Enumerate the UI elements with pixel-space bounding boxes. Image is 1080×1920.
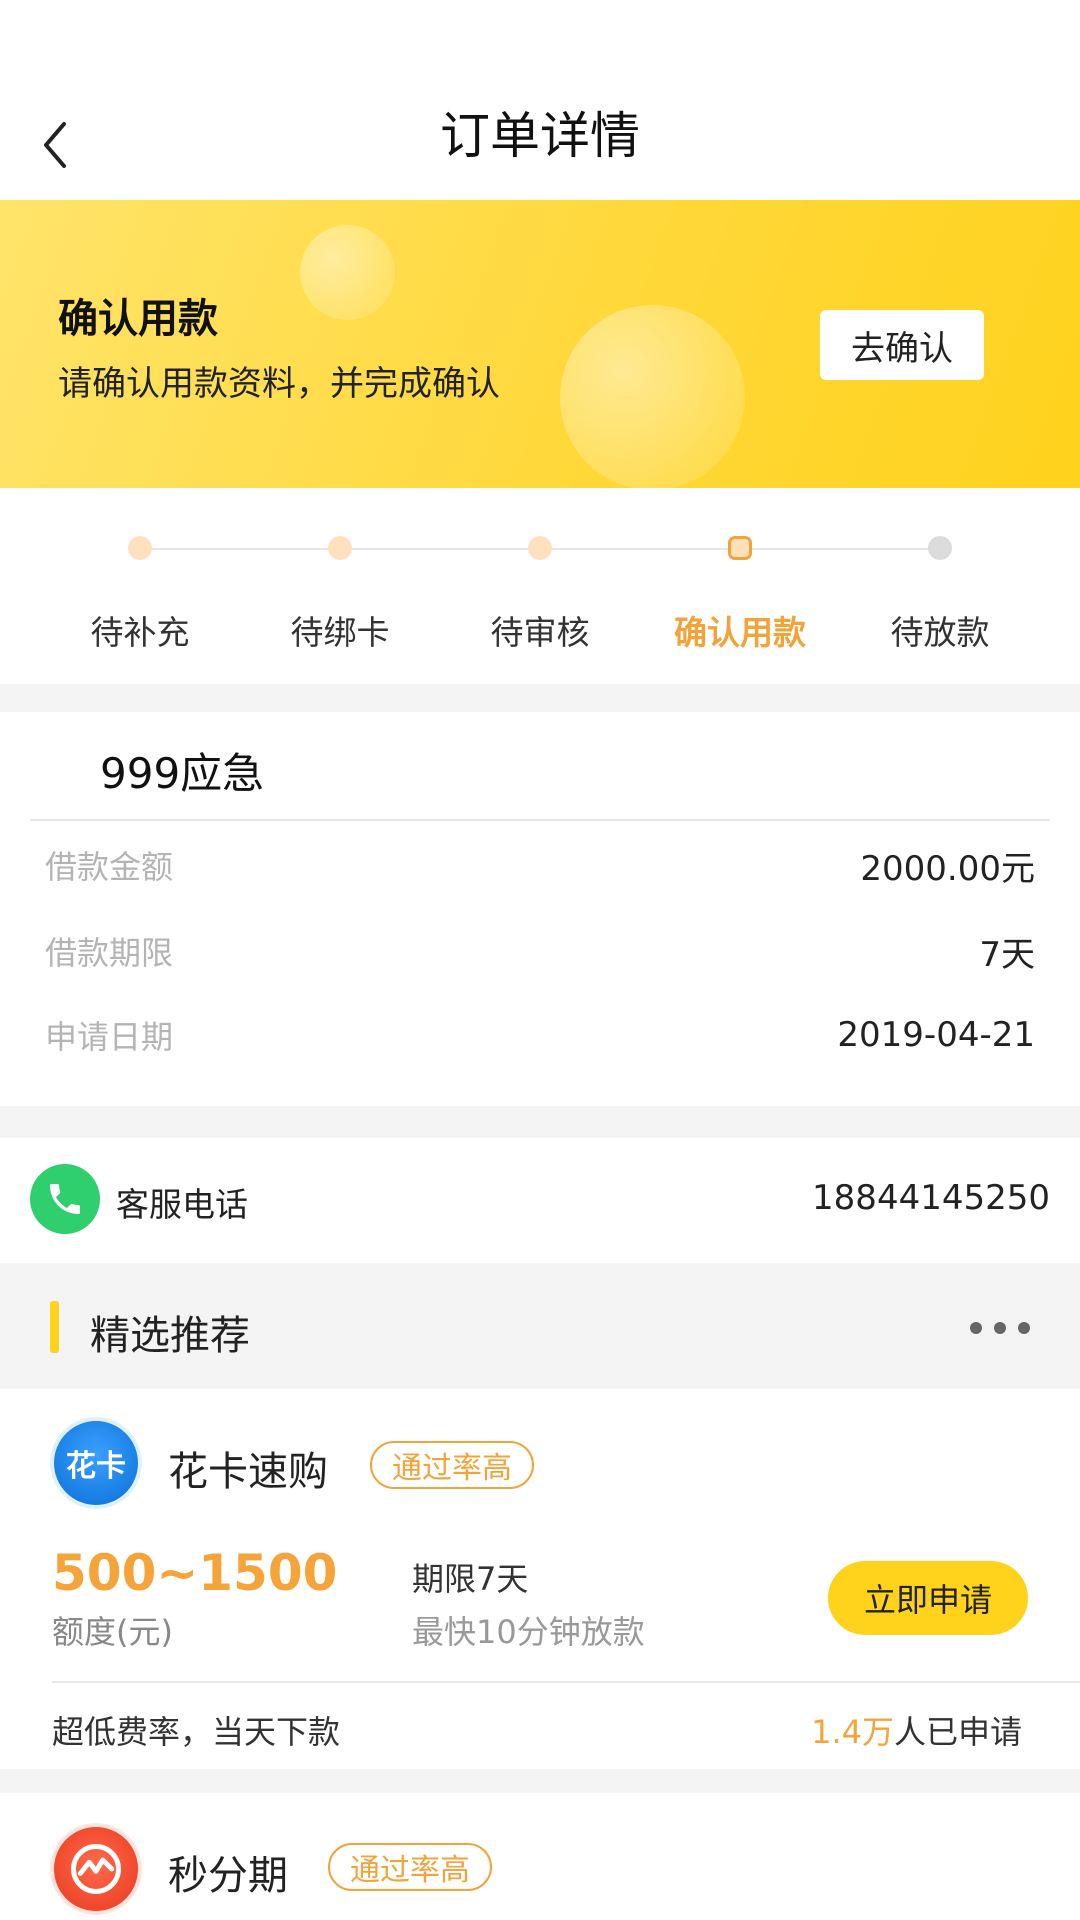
loan-term-value: 7天: [979, 934, 1035, 975]
step-item: 待审核: [440, 488, 640, 684]
loan-amount-label: 借款金额: [45, 848, 174, 886]
apply-date-row: 申请日期 2019-04-21: [45, 1010, 1035, 1060]
section-accent-bar: [50, 1301, 59, 1353]
order-progress-steps: 待补充 待绑卡 待审核 确认用款 待放款: [0, 488, 1080, 684]
product-name: 花卡速购: [168, 1449, 328, 1495]
product-card[interactable]: 花卡 花卡速购 通过率高 500~1500 额度(元) 期限7天 最快10分钟放…: [0, 1389, 1080, 1769]
applied-count: 1.4万人已申请: [811, 1707, 1022, 1753]
banner-title: 确认用款: [58, 296, 218, 342]
service-phone-number[interactable]: 18844145250: [812, 1178, 1050, 1218]
step-dot: [528, 536, 552, 560]
nav-header: 订单详情: [0, 0, 1080, 200]
recommend-title: 精选推荐: [90, 1313, 250, 1359]
dot: [994, 1322, 1006, 1334]
step-dot-current: [728, 536, 752, 560]
apply-now-button[interactable]: 立即申请: [828, 1561, 1028, 1635]
loan-product-name: 999应急: [100, 749, 265, 798]
page-title: 订单详情: [440, 107, 640, 165]
service-label: 客服电话: [116, 1185, 248, 1224]
product-name: 秒分期: [168, 1853, 288, 1899]
app-logo: [50, 1823, 142, 1915]
dot: [970, 1322, 982, 1334]
step-label-current: 确认用款: [674, 613, 806, 652]
divider: [30, 819, 1050, 821]
step-label: 待补充: [90, 613, 190, 652]
apply-date-value: 2019-04-21: [837, 1015, 1035, 1055]
banner-bubble-decoration: [300, 225, 395, 320]
confirm-button[interactable]: 去确认: [820, 310, 984, 380]
customer-service-row[interactable]: 客服电话 18844145250: [0, 1138, 1080, 1263]
pass-rate-badge: 通过率高: [328, 1843, 492, 1891]
loan-term-label: 借款期限: [45, 934, 174, 972]
banner-subtitle: 请确认用款资料，并完成确认: [58, 364, 500, 404]
step-item: 待补充: [40, 488, 240, 684]
phone-icon: [30, 1164, 100, 1234]
loan-info-card: 999应急 借款金额 2000.00元 借款期限 7天 申请日期 2019-04…: [0, 712, 1080, 1106]
pass-rate-badge: 通过率高: [370, 1441, 534, 1489]
payout-speed: 最快10分钟放款: [412, 1613, 645, 1651]
step-item: 待绑卡: [240, 488, 440, 684]
step-item-current: 确认用款: [640, 488, 840, 684]
product-note: 超低费率，当天下款: [52, 1713, 341, 1751]
credit-amount-label: 额度(元): [52, 1613, 173, 1651]
product-card[interactable]: 秒分期 通过率高: [0, 1793, 1080, 1920]
loan-term: 期限7天: [412, 1560, 529, 1598]
step-label: 待放款: [890, 613, 990, 652]
app-logo: 花卡: [50, 1417, 142, 1509]
loan-term-row: 借款期限 7天: [45, 926, 1035, 976]
step-dot: [328, 536, 352, 560]
dot: [1018, 1322, 1030, 1334]
credit-amount: 500~1500: [52, 1544, 338, 1602]
step-item: 待放款: [840, 488, 1040, 684]
divider: [52, 1681, 1080, 1683]
status-banner: 确认用款 请确认用款资料，并完成确认 去确认: [0, 200, 1080, 488]
recommend-section-header: 精选推荐: [0, 1263, 1080, 1389]
step-dot: [128, 536, 152, 560]
apply-date-label: 申请日期: [45, 1018, 174, 1056]
more-dots-icon[interactable]: [970, 1318, 1030, 1338]
loan-amount-row: 借款金额 2000.00元: [45, 840, 1035, 890]
banner-bubble-decoration: [560, 305, 745, 488]
applied-count-suffix: 人已申请: [893, 1713, 1022, 1751]
lightning-icon: [71, 1844, 121, 1894]
applied-count-number: 1.4万: [811, 1713, 894, 1751]
step-label: 待审核: [490, 613, 590, 652]
step-label: 待绑卡: [290, 613, 390, 652]
loan-amount-value: 2000.00元: [860, 848, 1035, 889]
step-dot-pending: [928, 536, 952, 560]
